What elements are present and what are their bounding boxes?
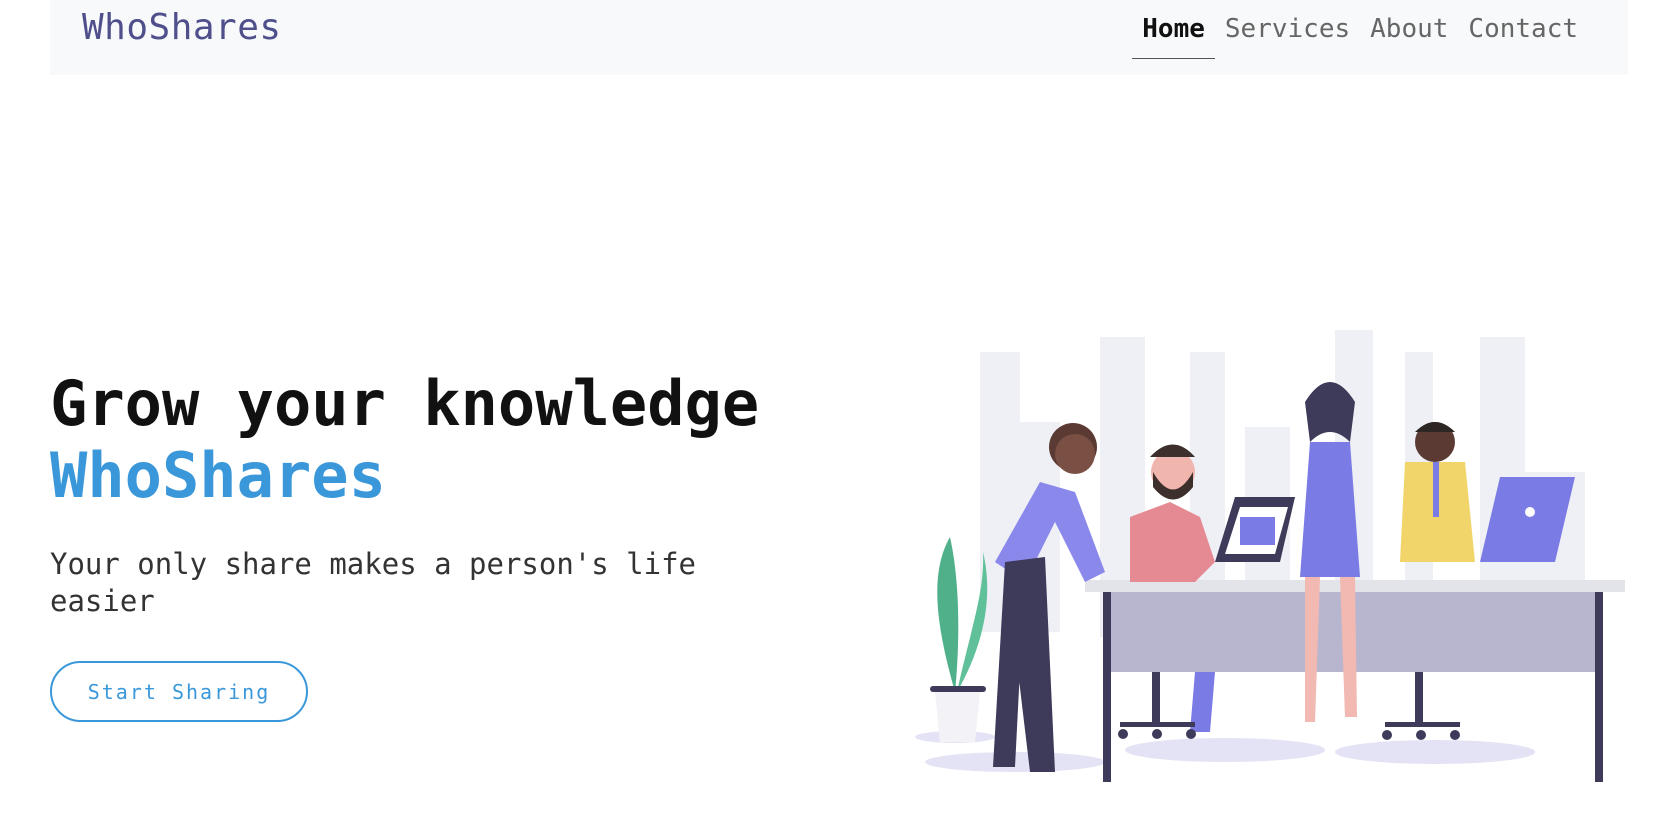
navbar: WhoShares Home Services About Contact — [50, 0, 1628, 75]
nav-link-services[interactable]: Services — [1215, 12, 1360, 59]
nav-link-contact[interactable]: Contact — [1458, 12, 1588, 59]
team-meeting-illustration — [915, 330, 1625, 782]
hero-brand: WhoShares — [50, 439, 386, 512]
start-sharing-button[interactable]: Start Sharing — [50, 661, 308, 722]
nav-link-home[interactable]: Home — [1132, 12, 1215, 59]
nav-link-about[interactable]: About — [1360, 12, 1458, 59]
office-chairs — [1118, 672, 1460, 740]
nav-links: Home Services About Contact — [1132, 12, 1588, 59]
brand-logo[interactable]: WhoShares — [82, 7, 282, 48]
hero-subtitle: Your only share makes a person's life ea… — [50, 547, 697, 618]
plant — [930, 537, 988, 742]
hero-title: Grow your knowledge — [50, 367, 760, 440]
